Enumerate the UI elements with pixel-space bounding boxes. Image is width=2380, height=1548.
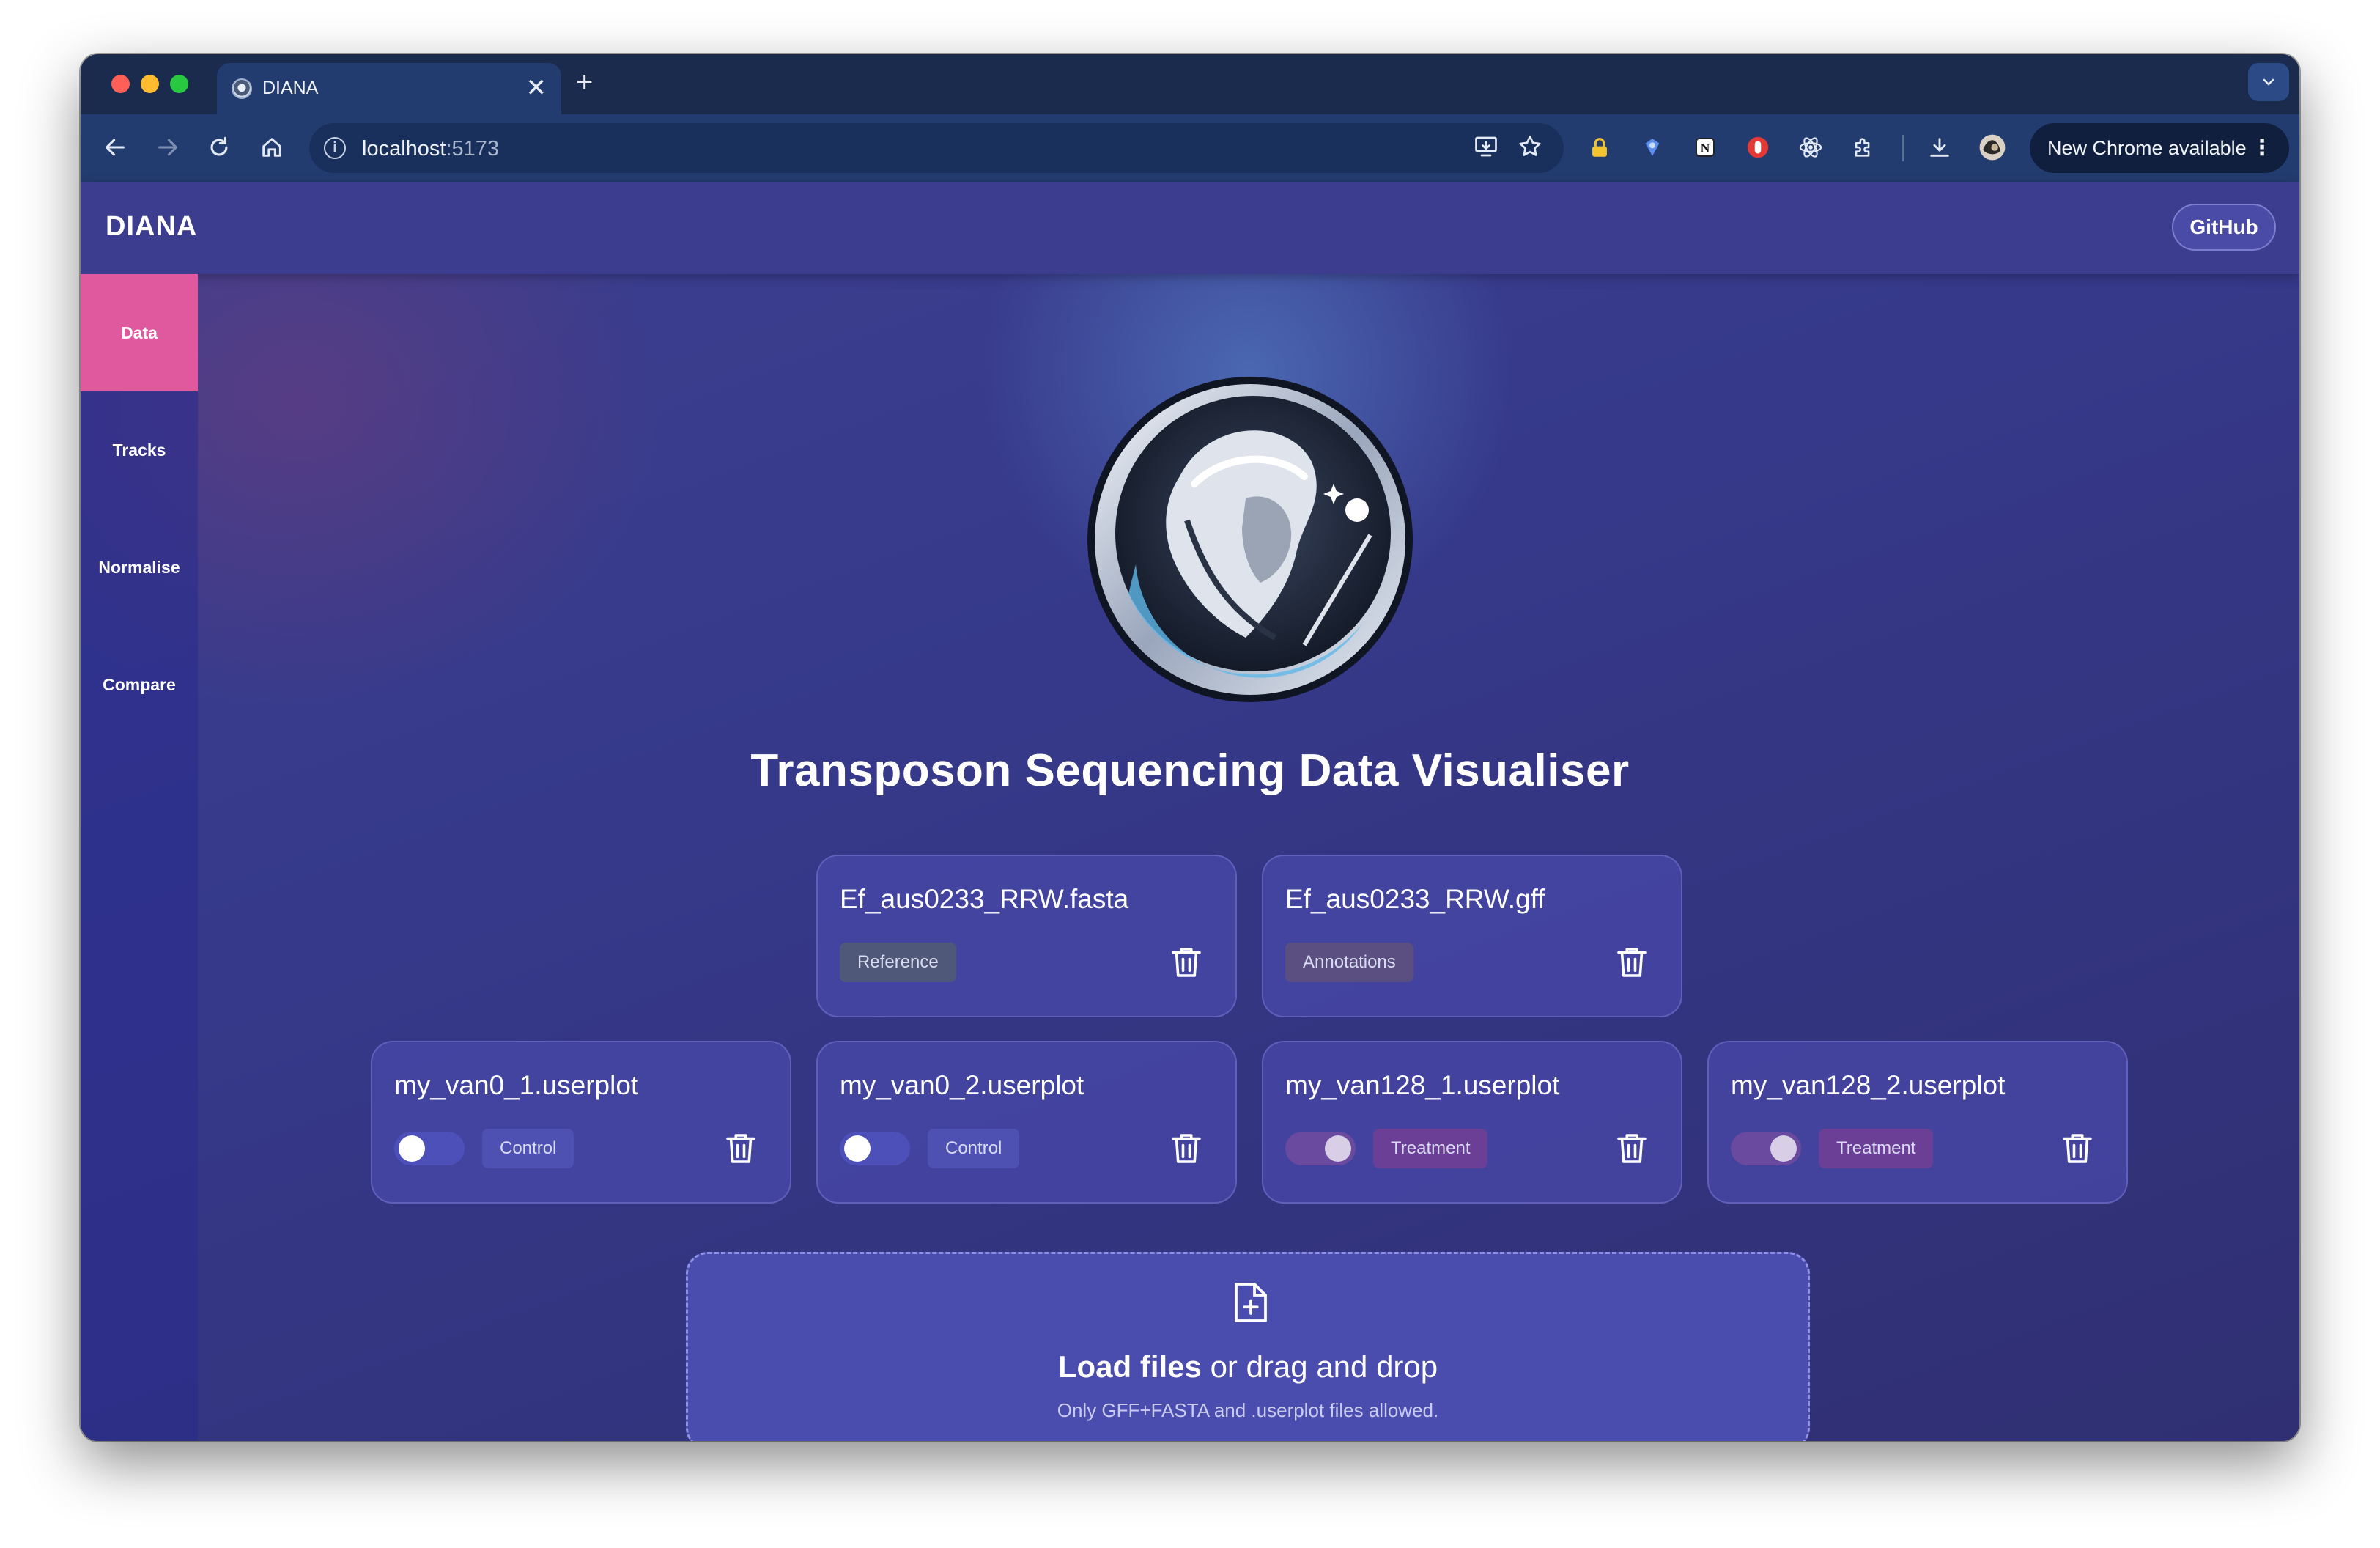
svg-text:N: N xyxy=(1701,141,1710,155)
url-host: localhost xyxy=(362,137,446,161)
drag-drop-text: or drag and drop xyxy=(1201,1349,1438,1384)
toggle-knob xyxy=(399,1135,425,1162)
install-icon xyxy=(1475,136,1497,157)
url-text: localhost:5173 xyxy=(362,137,499,161)
toggle-knob xyxy=(844,1135,871,1162)
chevron-down-icon xyxy=(2263,78,2274,86)
back-button[interactable] xyxy=(97,129,133,166)
download-icon[interactable] xyxy=(1923,130,1956,164)
reload-icon xyxy=(210,136,228,156)
file-name: my_van128_2.userplot xyxy=(1731,1070,2006,1100)
trash-icon xyxy=(2063,1134,2092,1163)
delete-file-button[interactable] xyxy=(1612,1129,1652,1168)
reload-button[interactable] xyxy=(201,129,237,166)
file-dropzone[interactable]: Load files or drag and drop Only GFF+FAS… xyxy=(686,1252,1810,1441)
annotations-badge: Annotations xyxy=(1285,943,1413,982)
delete-file-button[interactable] xyxy=(1167,943,1206,982)
address-bar[interactable]: i localhost:5173 xyxy=(309,123,1564,173)
app-brand[interactable]: DIANA xyxy=(106,211,197,243)
toolbar-divider xyxy=(1902,135,1904,161)
browser-tab[interactable]: DIANA ✕ xyxy=(217,63,561,114)
delete-file-button[interactable] xyxy=(1167,1129,1206,1168)
delete-file-button[interactable] xyxy=(2058,1129,2097,1168)
new-chrome-available-button[interactable]: New Chrome available ⋮ xyxy=(2030,123,2289,173)
back-icon xyxy=(106,139,125,156)
favicon-icon xyxy=(232,78,252,99)
extension-icon[interactable] xyxy=(1636,130,1669,164)
treatment-badge: Treatment xyxy=(1373,1129,1488,1168)
load-files-link[interactable]: Load files xyxy=(1058,1349,1202,1384)
group-toggle[interactable] xyxy=(1731,1132,1801,1165)
home-icon xyxy=(262,138,281,157)
browser-toolbar: i localhost:5173 N New Chrome available … xyxy=(81,114,2299,182)
puzzle-icon[interactable] xyxy=(1847,130,1880,164)
trash-icon xyxy=(1617,948,1647,977)
tab-title: DIANA xyxy=(262,78,319,98)
userplot-card: my_van0_2.userplot Control xyxy=(816,1041,1237,1204)
sidebar-item-compare[interactable]: Compare xyxy=(81,626,198,743)
browser-window: DIANA ✕ + i localhost:5173 N New Chrome … xyxy=(81,54,2299,1441)
sidebar-item-normalise[interactable]: Normalise xyxy=(81,509,198,626)
treatment-badge: Treatment xyxy=(1819,1129,1934,1168)
group-toggle[interactable] xyxy=(394,1132,465,1165)
group-toggle[interactable] xyxy=(1285,1132,1356,1165)
profile-icon[interactable] xyxy=(1976,130,2009,164)
userplot-card: my_van0_1.userplot Control xyxy=(371,1041,791,1204)
tab-strip: DIANA ✕ + xyxy=(81,54,2299,114)
maximize-window-button[interactable] xyxy=(170,75,188,93)
tab-close-button[interactable]: ✕ xyxy=(526,73,547,103)
file-plus-icon xyxy=(1235,1283,1267,1322)
close-window-button[interactable] xyxy=(111,75,130,93)
install-app-button[interactable] xyxy=(1473,133,1502,163)
file-name: Ef_aus0233_RRW.fasta xyxy=(840,884,1129,914)
more-menu-icon[interactable]: ⋮ xyxy=(2251,123,2273,173)
minimize-window-button[interactable] xyxy=(141,75,159,93)
home-button[interactable] xyxy=(254,129,290,166)
tab-search-button[interactable] xyxy=(2248,63,2289,101)
trash-icon xyxy=(1172,1134,1201,1163)
reference-badge: Reference xyxy=(840,943,956,982)
sidebar: Data Tracks Normalise Compare xyxy=(81,274,198,1441)
userplot-card: my_van128_2.userplot Treatment xyxy=(1707,1041,2128,1204)
file-name: my_van0_2.userplot xyxy=(840,1070,1084,1100)
toggle-knob xyxy=(1770,1135,1797,1162)
file-name: my_van0_1.userplot xyxy=(394,1070,639,1100)
app-header: DIANA GitHub xyxy=(81,182,2299,274)
reference-file-card: Ef_aus0233_RRW.fasta Reference xyxy=(816,855,1237,1017)
page-title: Transposon Sequencing Data Visualiser xyxy=(750,745,1630,796)
control-badge: Control xyxy=(482,1129,574,1168)
dropzone-text: Load files or drag and drop xyxy=(688,1349,1808,1385)
notion-icon[interactable]: N xyxy=(1688,130,1722,164)
url-port: :5173 xyxy=(446,137,500,161)
new-chrome-label: New Chrome available xyxy=(2047,137,2247,159)
trash-icon xyxy=(1617,1134,1647,1163)
userplot-card: my_van128_1.userplot Treatment xyxy=(1262,1041,1682,1204)
file-name: Ef_aus0233_RRW.gff xyxy=(1285,884,1545,914)
star-icon xyxy=(1519,136,1541,156)
new-tab-button[interactable]: + xyxy=(576,64,593,100)
delete-file-button[interactable] xyxy=(1612,943,1652,982)
github-button[interactable]: GitHub xyxy=(2172,204,2276,251)
file-name: my_van128_1.userplot xyxy=(1285,1070,1560,1100)
app-root: DIANA GitHub Data Tracks Normalise Compa… xyxy=(81,182,2299,1441)
sidebar-item-tracks[interactable]: Tracks xyxy=(81,391,198,509)
delete-file-button[interactable] xyxy=(721,1129,761,1168)
group-toggle[interactable] xyxy=(840,1132,910,1165)
trash-icon xyxy=(1172,948,1201,977)
info-icon[interactable]: i xyxy=(324,137,346,159)
forward-icon xyxy=(158,139,177,156)
diana-logo xyxy=(1087,377,1413,702)
control-badge: Control xyxy=(928,1129,1020,1168)
annotation-file-card: Ef_aus0233_RRW.gff Annotations xyxy=(1262,855,1682,1017)
bookmark-button[interactable] xyxy=(1517,133,1546,163)
forward-button[interactable] xyxy=(149,129,186,166)
sidebar-item-data[interactable]: Data xyxy=(81,274,198,391)
react-icon[interactable] xyxy=(1794,130,1828,164)
hand-extension-icon[interactable] xyxy=(1741,130,1775,164)
toggle-knob xyxy=(1325,1135,1351,1162)
lock-extension-icon[interactable] xyxy=(1583,130,1616,164)
trash-icon xyxy=(726,1134,755,1163)
dropzone-hint: Only GFF+FASTA and .userplot files allow… xyxy=(1057,1399,1439,1421)
